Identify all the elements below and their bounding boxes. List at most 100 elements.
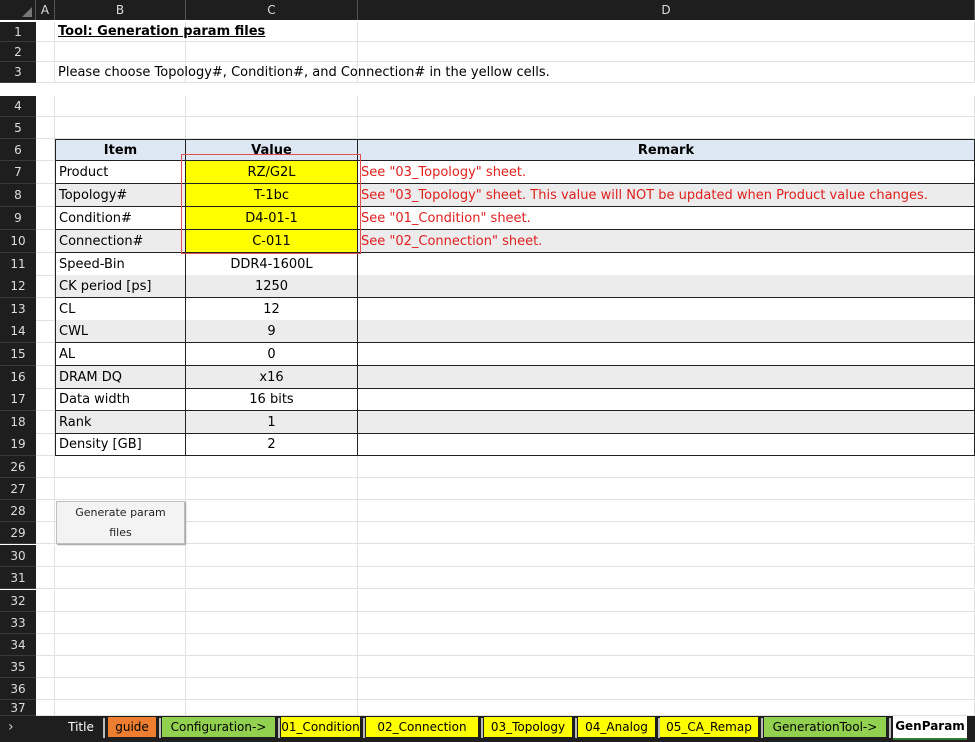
remark-cell[interactable] xyxy=(358,298,975,321)
sheet-tab-genparam[interactable]: GenParam xyxy=(893,716,967,740)
item-cell[interactable]: Connection# xyxy=(55,230,186,253)
cell[interactable] xyxy=(36,161,55,184)
row-header[interactable]: 10 xyxy=(0,230,36,253)
row-header[interactable]: 14 xyxy=(0,320,36,343)
cell[interactable] xyxy=(186,590,358,612)
cell[interactable] xyxy=(55,612,186,634)
cell[interactable] xyxy=(36,522,55,544)
cell[interactable] xyxy=(55,545,186,567)
cell[interactable] xyxy=(55,678,186,700)
cell[interactable] xyxy=(36,678,55,700)
cell[interactable] xyxy=(186,656,358,678)
value-cell[interactable]: D4-01-1 xyxy=(186,207,358,230)
cell[interactable] xyxy=(358,590,975,612)
value-cell[interactable]: x16 xyxy=(186,366,358,389)
cell[interactable] xyxy=(55,590,186,612)
cell[interactable] xyxy=(358,567,975,589)
cell[interactable] xyxy=(36,478,55,500)
cell[interactable] xyxy=(36,96,55,117)
row-header[interactable]: 3 xyxy=(0,62,36,83)
cell[interactable] xyxy=(36,117,55,139)
value-cell[interactable]: RZ/G2L xyxy=(186,161,358,184)
row-header[interactable]: 27 xyxy=(0,478,36,500)
cell[interactable] xyxy=(55,456,186,478)
remark-cell[interactable] xyxy=(358,433,975,456)
cell[interactable] xyxy=(36,634,55,656)
value-cell[interactable]: DDR4-1600L xyxy=(186,253,358,276)
row-header[interactable]: 19 xyxy=(0,433,36,456)
value-cell[interactable]: 2 xyxy=(186,433,358,456)
row-header[interactable]: 2 xyxy=(0,42,36,62)
cell[interactable] xyxy=(55,117,186,139)
sheet-tab-configuration[interactable]: Configuration-> xyxy=(162,717,275,737)
row-header[interactable]: 13 xyxy=(0,298,36,321)
remark-cell[interactable] xyxy=(358,388,975,411)
row-header[interactable]: 33 xyxy=(0,612,36,634)
cell[interactable] xyxy=(358,656,975,678)
cell[interactable] xyxy=(186,545,358,567)
cell[interactable] xyxy=(55,478,186,500)
cell[interactable] xyxy=(358,117,975,139)
cell[interactable] xyxy=(186,612,358,634)
item-cell[interactable]: Product xyxy=(55,161,186,184)
row-header[interactable]: 7 xyxy=(0,161,36,184)
cell[interactable] xyxy=(358,500,975,522)
item-cell[interactable]: Data width xyxy=(55,388,186,411)
row-header[interactable]: 17 xyxy=(0,388,36,411)
cell[interactable] xyxy=(186,678,358,700)
generate-param-files-button[interactable]: Generate param files xyxy=(56,501,185,544)
cell[interactable] xyxy=(358,522,975,544)
sheet-tab-guide[interactable]: guide xyxy=(108,717,156,737)
cell[interactable] xyxy=(36,320,55,343)
cell[interactable] xyxy=(358,700,975,716)
row-header[interactable]: 26 xyxy=(0,456,36,478)
item-cell[interactable]: Topology# xyxy=(55,184,186,207)
cell[interactable] xyxy=(36,62,55,83)
value-cell[interactable]: 0 xyxy=(186,343,358,366)
cell[interactable] xyxy=(55,567,186,589)
cell[interactable] xyxy=(186,456,358,478)
row-header[interactable]: 28 xyxy=(0,500,36,522)
sheet-tab-04-analog[interactable]: 04_Analog xyxy=(578,717,655,737)
cell[interactable] xyxy=(358,678,975,700)
value-cell[interactable]: 9 xyxy=(186,320,358,343)
cell[interactable] xyxy=(55,42,186,62)
cell[interactable] xyxy=(186,700,358,716)
cell[interactable] xyxy=(36,500,55,522)
row-header[interactable]: 34 xyxy=(0,634,36,656)
cell[interactable] xyxy=(186,522,358,544)
cell[interactable] xyxy=(55,96,186,117)
row-header[interactable]: 30 xyxy=(0,545,36,567)
cell[interactable] xyxy=(36,700,55,716)
cell[interactable] xyxy=(36,567,55,589)
row-header[interactable]: 29 xyxy=(0,522,36,544)
column-header-d[interactable]: D xyxy=(358,0,975,20)
column-header-c[interactable]: C xyxy=(186,0,358,20)
row-header[interactable]: 36 xyxy=(0,678,36,700)
cell[interactable] xyxy=(36,184,55,207)
cell[interactable] xyxy=(186,117,358,139)
row-header[interactable]: 1 xyxy=(0,22,36,42)
cell[interactable] xyxy=(358,545,975,567)
item-cell[interactable]: Speed-Bin xyxy=(55,253,186,276)
row-header[interactable]: 11 xyxy=(0,253,36,276)
value-cell[interactable]: T-1bc xyxy=(186,184,358,207)
remark-cell[interactable]: See "03_Topology" sheet. xyxy=(358,161,975,184)
cell[interactable] xyxy=(36,42,55,62)
sheet-tab-05-ca-remap[interactable]: 05_CA_Remap xyxy=(660,717,758,737)
cell[interactable] xyxy=(36,545,55,567)
cell[interactable] xyxy=(55,634,186,656)
cell[interactable] xyxy=(36,456,55,478)
remark-cell[interactable] xyxy=(358,366,975,389)
cell[interactable] xyxy=(358,612,975,634)
remark-cell[interactable] xyxy=(358,253,975,276)
cell[interactable] xyxy=(36,411,55,434)
remark-cell[interactable] xyxy=(358,275,975,298)
item-cell[interactable]: Rank xyxy=(55,411,186,434)
item-cell[interactable]: CL xyxy=(55,298,186,321)
remark-cell[interactable] xyxy=(358,343,975,366)
sheet-tab-02-connection[interactable]: 02_Connection xyxy=(366,717,478,737)
cell[interactable] xyxy=(186,634,358,656)
cell[interactable] xyxy=(358,96,975,117)
row-header[interactable]: 35 xyxy=(0,656,36,678)
